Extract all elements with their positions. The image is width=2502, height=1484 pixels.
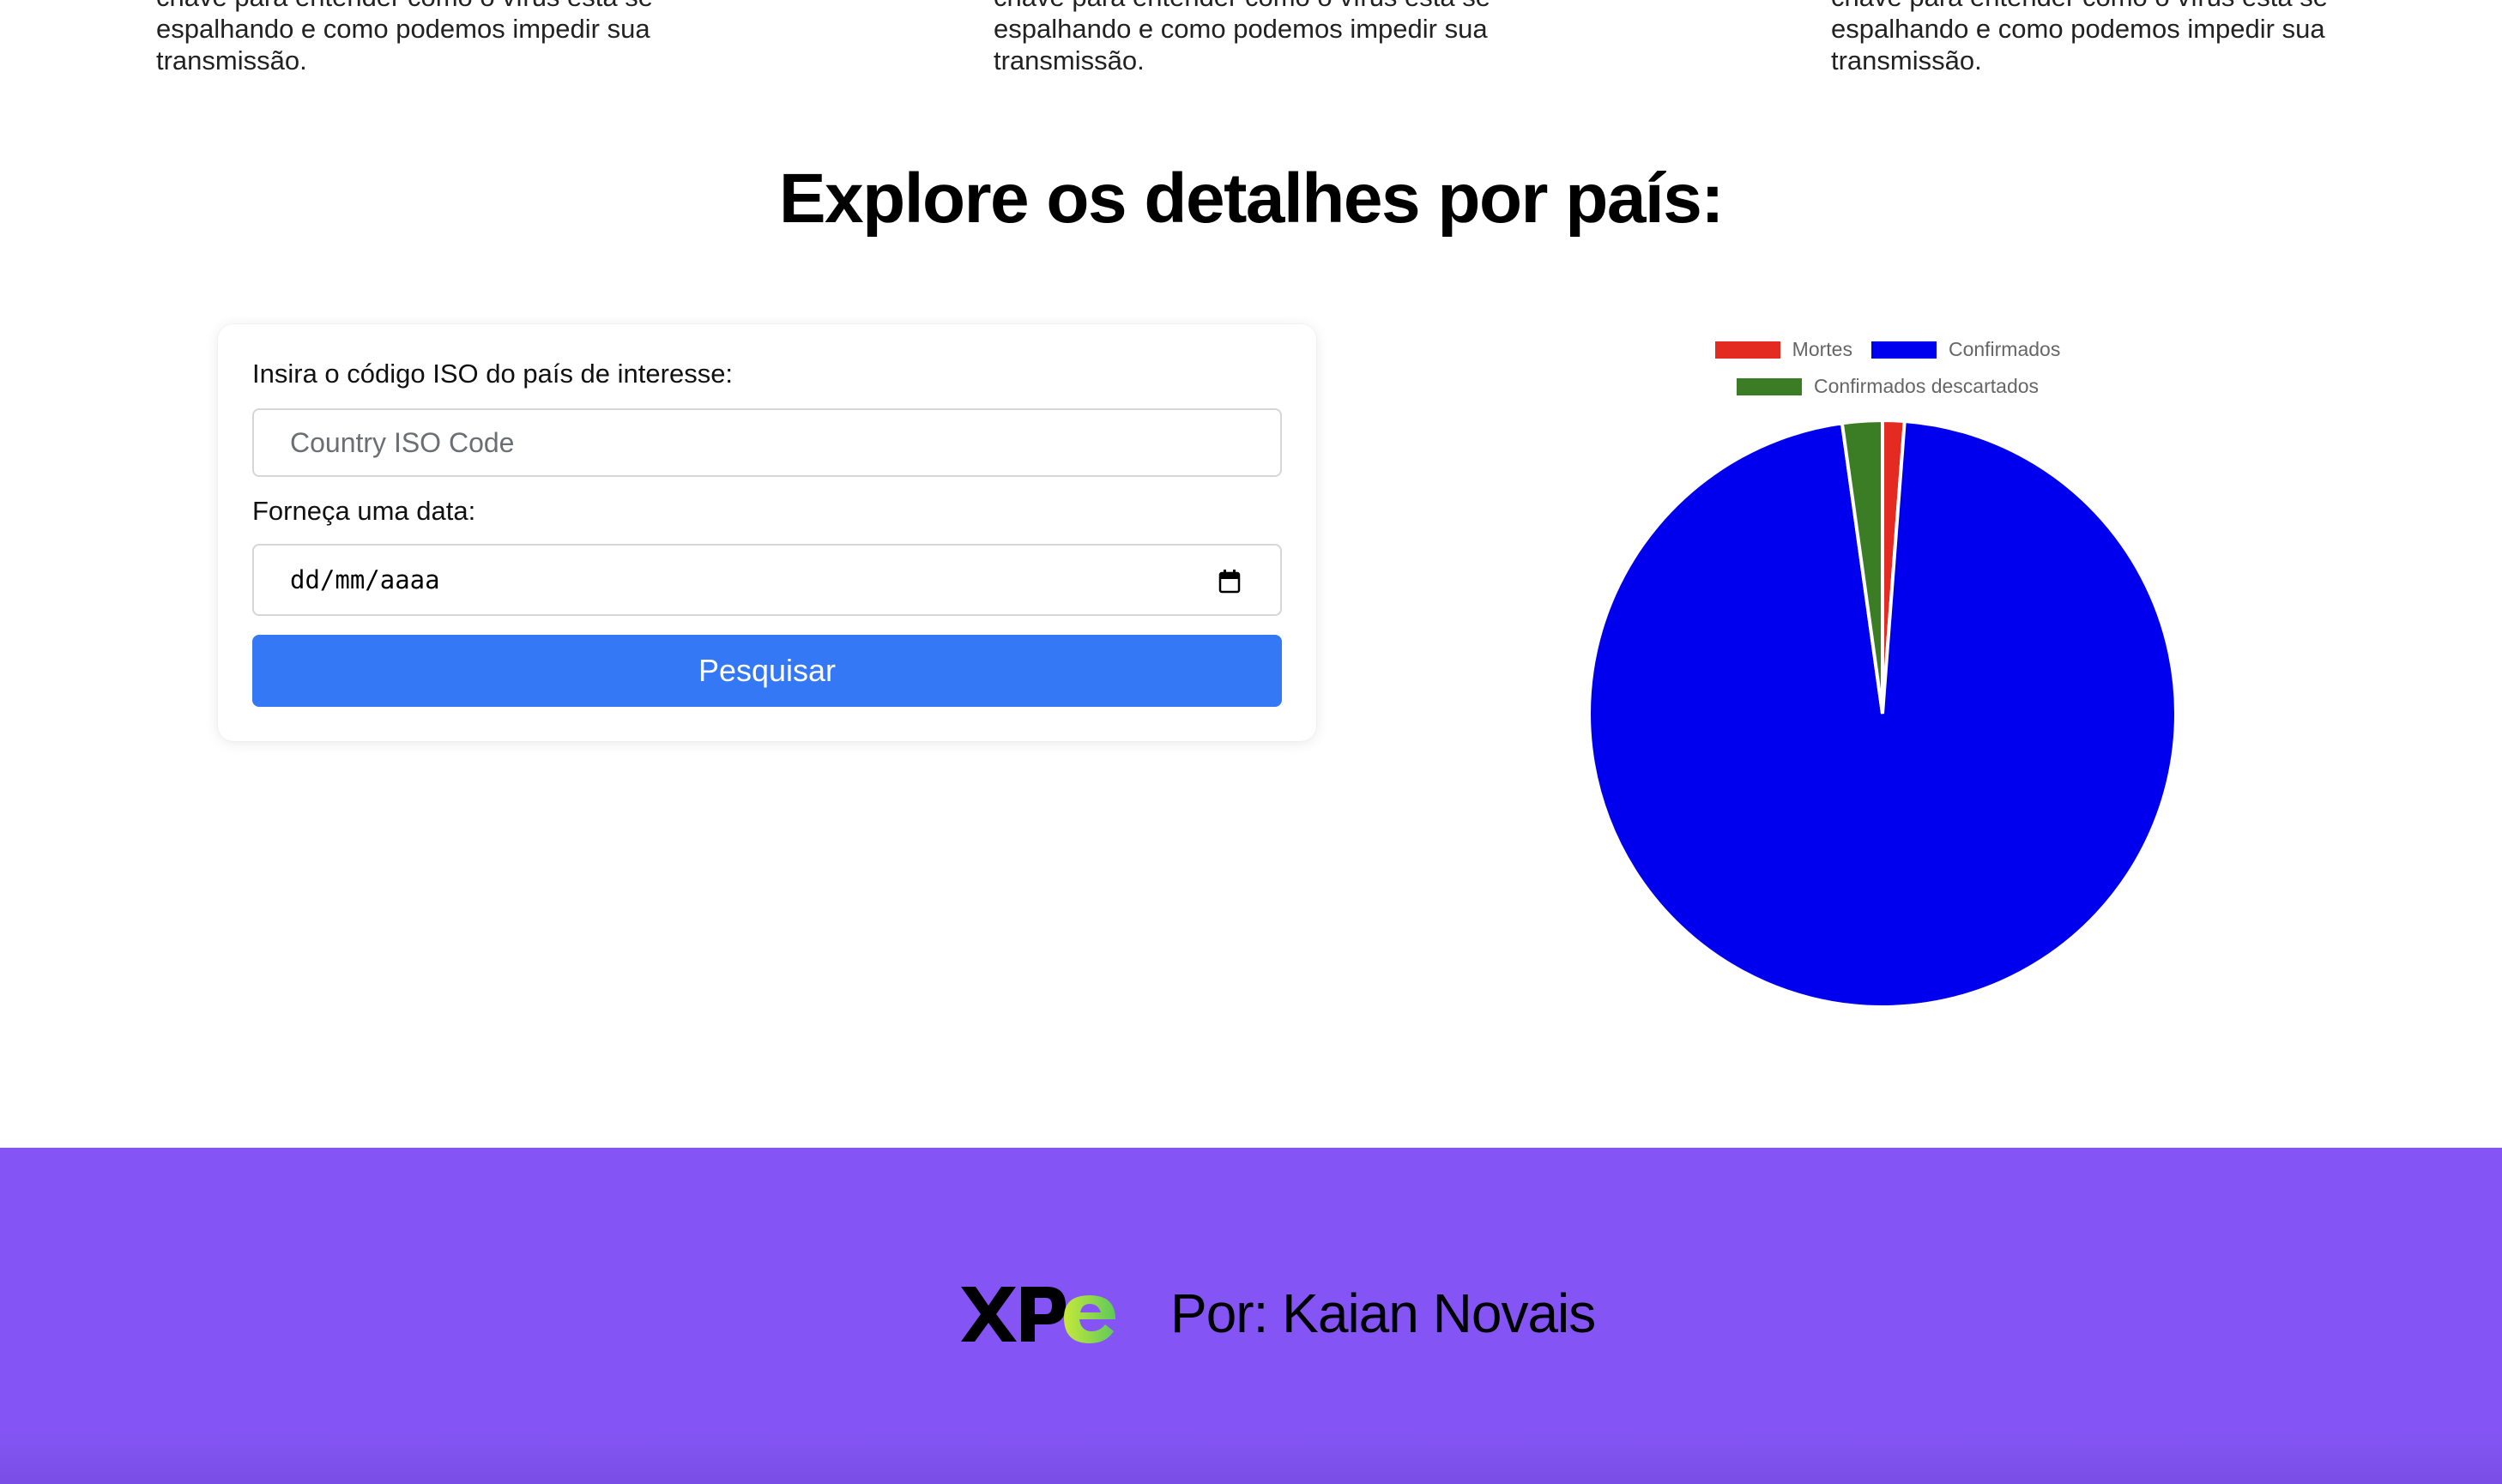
search-button[interactable]: Pesquisar — [252, 635, 1282, 707]
intro-line: espalhando e como podemos impedir sua — [156, 14, 650, 44]
iso-code-placeholder: Country ISO Code — [290, 426, 515, 458]
intro-column-1: chave para entender como o vírus está se… — [156, 0, 705, 76]
section-title: Explore os detalhes por país: — [778, 160, 1725, 238]
intro-columns: chave para entender como o vírus está se… — [0, 0, 2502, 86]
intro-line: chave para entender como o vírus está se — [994, 0, 1543, 13]
iso-code-label: Insira o código ISO do país de interesse… — [252, 359, 734, 389]
calendar-icon[interactable] — [1218, 570, 1241, 594]
footer: Por: Kaian Novais — [0, 1148, 2502, 1484]
intro-line: chave para entender como o vírus está se — [156, 0, 705, 13]
intro-line: espalhando e como podemos impedir sua — [994, 14, 1488, 44]
pie-chart-svg — [1587, 418, 2178, 1009]
intro-column-3: chave para entender como o vírus está se… — [1831, 0, 2380, 76]
date-input[interactable]: dd/mm/aaaa — [252, 544, 1282, 616]
author-credit: Por: Kaian Novais — [1170, 1282, 1596, 1344]
country-search-card: Insira o código ISO do país de interesse… — [218, 324, 1316, 741]
intro-line: transmissão. — [1831, 45, 1982, 75]
date-label: Forneça uma data: — [252, 496, 476, 526]
iso-code-input[interactable]: Country ISO Code — [252, 408, 1282, 477]
intro-line: chave para entender como o vírus está se — [1831, 0, 2380, 13]
xpe-logo — [961, 1287, 1115, 1343]
intro-line: transmissão. — [994, 45, 1145, 75]
intro-line: espalhando e como podemos impedir sua — [1831, 14, 2325, 44]
intro-line: transmissão. — [156, 45, 307, 75]
pie-chart: Mortes Confirmados Confirmados descartados — [1562, 326, 2214, 1029]
intro-column-2: chave para entender como o vírus está se… — [994, 0, 1543, 76]
date-placeholder: dd/mm/aaaa — [290, 565, 440, 594]
footer-shadow — [0, 1433, 2502, 1484]
